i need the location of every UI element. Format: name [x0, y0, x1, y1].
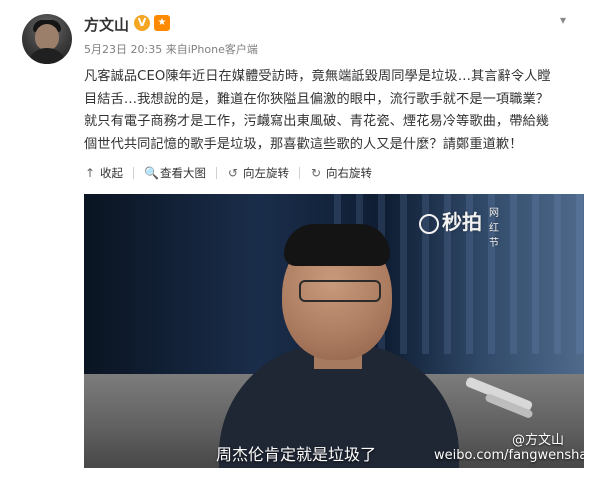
rotate-left-label: 向左旋转: [243, 166, 289, 180]
magnifier-icon: 🔍: [144, 166, 159, 180]
collapse-button[interactable]: ↑ 收起: [84, 165, 133, 181]
rotate-right-icon: ↻: [310, 166, 322, 180]
post-text-line: 目結舌…我想說的是，難道在你狹隘且偏激的眼中，流行歌手就不是一項職業？: [84, 91, 550, 107]
image-person-hair: [284, 224, 390, 266]
video-logo-text: 秒拍: [442, 210, 482, 234]
member-badge-icon: ★: [154, 15, 170, 31]
rotate-right-button[interactable]: ↻ 向右旋转: [300, 165, 382, 181]
post-image[interactable]: 秒拍 网红节 周杰伦肯定就是垃圾了 @方文山 weibo.com/fangwen…: [84, 194, 584, 468]
avatar-face: [35, 24, 59, 50]
rotate-left-button[interactable]: ↺ 向左旋转: [217, 165, 299, 181]
rotate-left-icon: ↺: [227, 166, 239, 180]
post-text-line: 就只有電子商務才是工作，污衊寫出東風破、青花瓷、煙花易冷等歌曲，帶給幾: [84, 114, 550, 129]
watermark-url: weibo.com/fangwenshan: [434, 448, 584, 463]
video-caption: 周杰伦肯定就是垃圾了: [216, 445, 377, 464]
view-large-button[interactable]: 🔍 查看大图: [134, 165, 216, 181]
post-text: 凡客誠品CEO陳年近日在媒體受訪時，竟無端詆毀周同學是垃圾…其言辭令人瞠 目結舌…: [84, 66, 584, 156]
post-text-line: 個世代共同記憶的歌手是垃圾，那喜歡這些歌的人又是什麼？請鄭重道歉！: [84, 136, 523, 152]
weibo-post-card: 方文山 V ★ ▾ 5月23日 20:35 来自iPhone客户端 凡客誠品CE…: [0, 0, 600, 477]
source-prefix: 来自: [165, 43, 188, 56]
collapse-arrow-icon: ↑: [84, 166, 96, 180]
more-options-chevron-icon[interactable]: ▾: [560, 14, 576, 26]
avatar-body: [28, 48, 66, 64]
video-logo-icon: [419, 213, 439, 234]
video-logo: 秒拍 网红节: [419, 206, 499, 249]
author-name[interactable]: 方文山: [84, 14, 129, 35]
video-logo-sub: 网红节: [489, 208, 499, 249]
view-large-label: 查看大图: [160, 166, 206, 180]
image-toolbar: ↑ 收起 🔍 查看大图 ↺ 向左旋转 ↻ 向右旋转: [84, 164, 382, 182]
image-person-glasses: [299, 280, 381, 302]
watermark-name: @方文山: [512, 433, 565, 448]
collapse-label: 收起: [100, 166, 123, 180]
post-source: iPhone客户端: [187, 43, 258, 56]
post-meta: 5月23日 20:35 来自iPhone客户端: [84, 41, 258, 57]
rotate-right-label: 向右旋转: [326, 166, 372, 180]
post-date[interactable]: 5月23日 20:35: [84, 43, 162, 56]
author-avatar[interactable]: [22, 14, 72, 64]
post-text-line: 凡客誠品CEO陳年近日在媒體受訪時，竟無端詆毀周同學是垃圾…其言辭令人瞠: [84, 69, 551, 84]
verified-icon: V: [134, 15, 150, 31]
